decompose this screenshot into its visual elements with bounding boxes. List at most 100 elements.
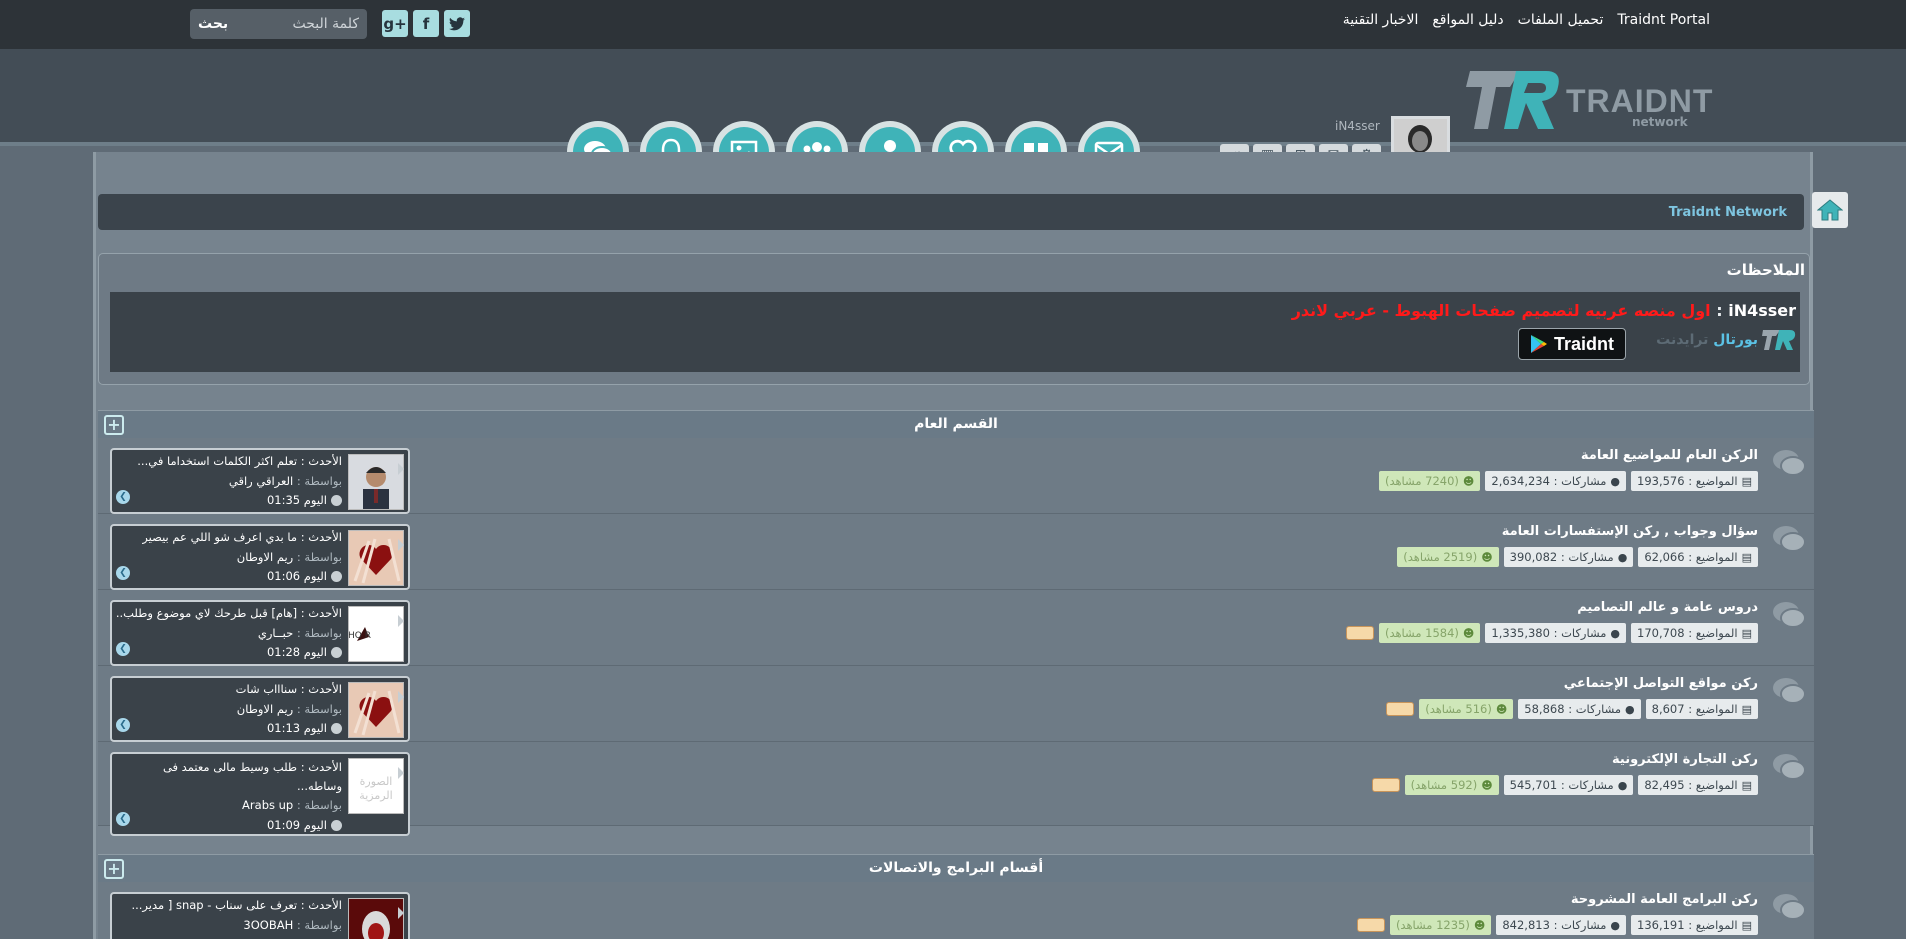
last-post-title[interactable]: الأحدث : تعلم اكثر الكلمات استخداما في..… (137, 454, 342, 468)
subforums-folder-icon[interactable] (1371, 778, 1400, 792)
subforums-folder-icon[interactable] (1356, 918, 1385, 932)
search-input[interactable] (249, 16, 359, 32)
topics-count-text: المواضيع : 62,066 (1644, 550, 1738, 564)
play-store-icon (1530, 335, 1547, 353)
forum-title[interactable]: سؤال وجواب , ركن الإستفسارات العامة (1502, 524, 1758, 539)
forum-chat-icon (1773, 602, 1806, 628)
search-button[interactable]: بحث (198, 16, 228, 32)
topics-count: ▤ المواضيع : 136,191 (1631, 915, 1758, 935)
last-post-title[interactable]: الأحدث : طلب وسيط مالى معتمد فى وساطه... (116, 758, 342, 796)
last-post-title[interactable]: الأحدث : سناااب شات (236, 682, 342, 696)
nav-tech-news-link[interactable]: الاخبار التقنية (1343, 12, 1419, 28)
go-to-post-icon[interactable]: ❯ (116, 566, 130, 580)
topics-count-text: المواضيع : 82,495 (1644, 778, 1738, 792)
username[interactable]: iN4sser (1335, 119, 1380, 133)
poster-thumbnail[interactable] (348, 898, 404, 939)
last-post-box: الأحدث : ما بدي اعرف شو اللي عم بيصير بو… (110, 524, 410, 590)
posts-count: ● مشاركات : 2,634,234 (1485, 471, 1626, 491)
viewers-count-text: (1235 مشاهد) (1395, 918, 1470, 932)
author-name[interactable]: حبــاري (258, 626, 293, 640)
go-to-post-icon[interactable]: ❯ (116, 718, 130, 732)
forum-title[interactable]: الركن العام للمواضيع العامة (1581, 448, 1758, 463)
notes-author[interactable]: iN4sser (1728, 301, 1796, 320)
author-name[interactable]: العراقي راقي (229, 474, 293, 488)
document-icon: ▤ (1741, 702, 1752, 716)
portal-logo-icon (1762, 330, 1796, 350)
last-post-title[interactable]: الأحدث : [هام] قبل طرحك لاي موضوع وطلب..… (116, 606, 342, 620)
forum-chat-icon (1773, 526, 1806, 552)
document-icon: ▤ (1741, 626, 1752, 640)
author-name[interactable]: 3OOBAH (243, 918, 293, 932)
nav-portal-link[interactable]: Traidnt Portal (1617, 12, 1710, 28)
topics-count-text: المواضيع : 136,191 (1637, 918, 1738, 932)
last-post-author: بواسطة : ريم الاوطان (237, 702, 342, 716)
site-logo[interactable]: TRAIDNT network (1466, 67, 1712, 133)
forum-stats: ▤ المواضيع : 170,708 ● مشاركات : 1,335,380… (1345, 623, 1758, 643)
forum-title[interactable]: ركن مواقع التواصل الإجتماعي (1564, 676, 1758, 691)
facebook-icon[interactable]: f (413, 10, 439, 37)
poster-thumbnail[interactable] (348, 682, 404, 738)
by-label: بواسطة : (293, 798, 342, 812)
last-post-title[interactable]: الأحدث : تعرف على سناب - snap [ مدير... (131, 898, 342, 912)
document-icon: ▤ (1741, 550, 1752, 564)
forum-list: الركن العام للمواضيع العامة ▤ المواضيع : … (98, 438, 1814, 836)
poster-thumbnail[interactable] (348, 454, 404, 510)
viewers-count-text: (7240 مشاهد) (1384, 474, 1459, 488)
forum-stats: ▤ المواضيع : 8,607 ● مشاركات : 58,868 ☻ (51… (1386, 699, 1758, 719)
time-text: اليوم 01:35 (266, 493, 327, 507)
forum-title[interactable]: ركن التجارة الإلكترونية (1612, 752, 1758, 767)
viewers-count: ☻ (592 مشاهد) (1404, 775, 1499, 795)
posts-count: ● مشاركات : 842,813 (1496, 915, 1626, 935)
time-text: اليوم 01:06 (266, 569, 327, 583)
topics-count: ▤ المواضيع : 170,708 (1631, 623, 1758, 643)
topics-count: ▤ المواضيع : 8,607 (1645, 699, 1758, 719)
by-label: بواسطة : (293, 626, 342, 640)
section-title: القسم العام (914, 416, 998, 432)
portal-label-a: بورتال (1713, 332, 1758, 348)
store-badge[interactable]: Traidnt (1518, 328, 1626, 360)
forum-title[interactable]: ركن البرامج العامة المشروحة (1571, 892, 1758, 907)
last-post-box: HO R الأحدث : [هام] قبل طرحك لاي موضوع و… (110, 600, 410, 666)
nav-directory-link[interactable]: دليل المواقع (1432, 12, 1503, 28)
time-text: اليوم 01:13 (266, 721, 327, 735)
site-header: TRAIDNT network iN4sser ⇥ ▦ ⊞ ✉ ⚙ (0, 49, 1906, 183)
forum-row: ركن التجارة الإلكترونية ▤ المواضيع : 82,4… (98, 742, 1814, 836)
last-post-author: بواسطة : 3OOBAH (243, 918, 342, 932)
users-small-icon: ☻ (1481, 550, 1493, 564)
go-to-post-icon[interactable]: ❯ (116, 490, 130, 504)
expand-icon[interactable]: + (104, 859, 124, 879)
author-name[interactable]: Arabs up (242, 798, 293, 812)
subforums-folder-icon[interactable] (1386, 702, 1415, 716)
poster-thumbnail[interactable]: الصورة الرمزية (348, 758, 404, 814)
nav-downloads-link[interactable]: تحميل الملفات (1518, 12, 1604, 28)
author-name[interactable]: ريم الاوطان (237, 550, 293, 564)
twitter-icon[interactable] (444, 10, 470, 37)
home-icon[interactable] (1812, 192, 1848, 228)
section-title: أقسام البرامج والاتصالات (868, 860, 1044, 876)
topics-count: ▤ المواضيع : 193,576 (1631, 471, 1758, 491)
author-name[interactable]: ريم الاوطان (237, 702, 293, 716)
comment-icon: ● (1617, 550, 1628, 564)
by-label: بواسطة : (293, 702, 342, 716)
go-to-post-icon[interactable]: ❯ (116, 812, 130, 826)
portal-label-b: ترايدنت (1656, 332, 1709, 348)
time-text: اليوم 01:09 (266, 818, 327, 832)
google-plus-icon[interactable]: g+ (382, 10, 408, 37)
comment-icon: ● (1610, 918, 1620, 932)
posts-count: ● مشاركات : 545,701 (1503, 775, 1634, 795)
expand-icon[interactable]: + (104, 415, 124, 435)
poster-thumbnail[interactable] (348, 530, 404, 586)
forum-title[interactable]: دروس عامة و عالم التصاميم (1577, 600, 1758, 615)
notes-message[interactable]: اول منصه عربيه لتصميم صفحات الهبوط - عرب… (1292, 301, 1711, 320)
posts-count-text: مشاركات : 390,082 (1509, 550, 1614, 564)
portal-brand[interactable]: بورتال ترايدنت (1656, 328, 1796, 352)
forum-chat-icon (1773, 678, 1806, 704)
last-post-title[interactable]: الأحدث : ما بدي اعرف شو اللي عم بيصير (142, 530, 342, 544)
by-label: بواسطة : (293, 474, 342, 488)
subforums-folder-icon[interactable] (1345, 626, 1374, 640)
go-to-post-icon[interactable]: ❯ (116, 642, 130, 656)
section-header: أقسام البرامج والاتصالات + (98, 854, 1814, 882)
breadcrumb-home-link[interactable]: Traidnt Network (1669, 205, 1787, 220)
poster-thumbnail[interactable]: HO R (348, 606, 404, 662)
top-bar: Traidnt Portal تحميل الملفات دليل المواق… (0, 0, 1906, 49)
